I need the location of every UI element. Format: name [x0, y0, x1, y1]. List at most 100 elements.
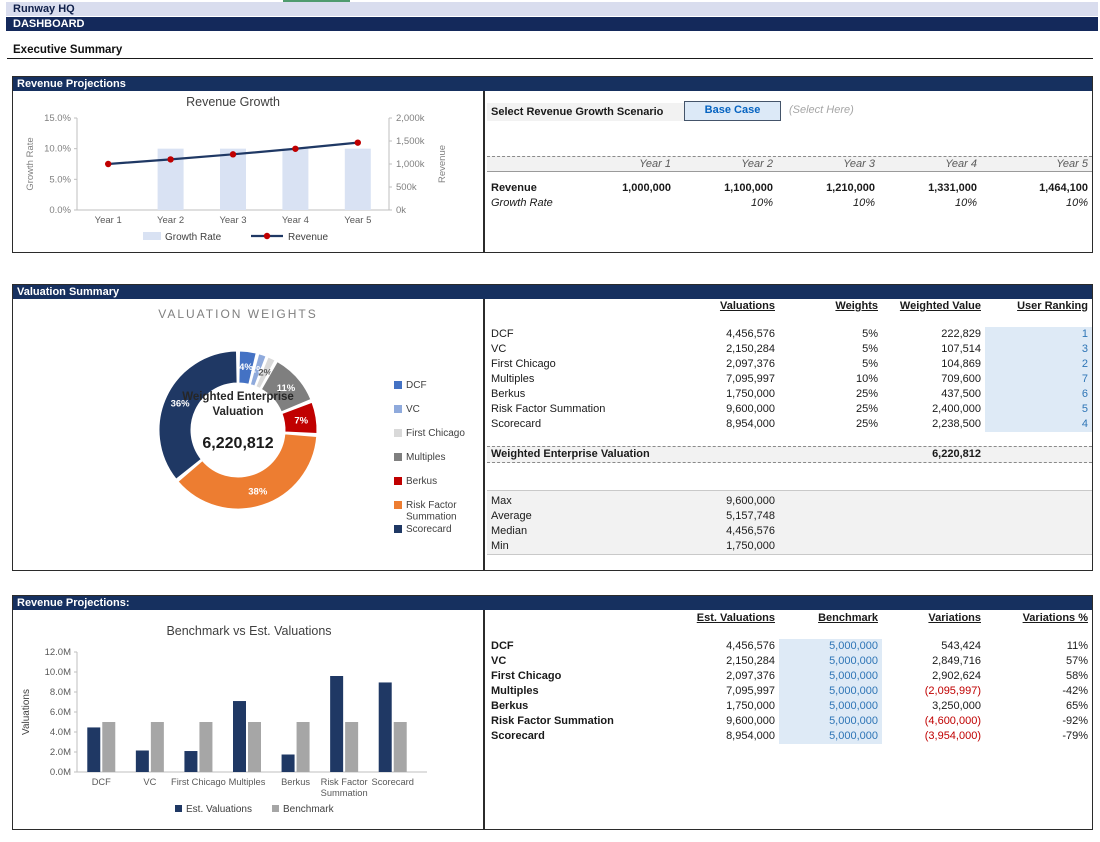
cell-benchmark[interactable]: 5,000,000 — [779, 699, 882, 714]
col-header-variations-pct: Variations % — [985, 611, 1092, 626]
cell-variation: (2,095,997) — [882, 684, 985, 699]
cell-valuation: 4,456,576 — [676, 327, 779, 342]
donut-slice-pct-label: 38% — [248, 486, 268, 497]
col-header-user-ranking: User Ranking — [985, 299, 1092, 314]
row-label: Berkus — [487, 387, 676, 402]
table-row: Multiples7,095,9975,000,000(2,095,997)-4… — [487, 684, 1092, 699]
spacer — [779, 524, 882, 539]
legend-label: Risk Factor — [406, 500, 457, 511]
cell-benchmark[interactable]: 5,000,000 — [779, 654, 882, 669]
legend-label: VC — [406, 404, 420, 415]
cell-user-ranking[interactable]: 3 — [985, 342, 1092, 357]
y-axis-title: Valuations — [21, 689, 32, 735]
row-label: First Chicago — [487, 669, 676, 684]
cell-weight: 5% — [779, 327, 882, 342]
legend-swatch-multiples — [394, 453, 402, 461]
cell-year-value — [573, 196, 675, 211]
est-valuation-bar — [282, 755, 295, 773]
stat-value: 5,157,748 — [676, 509, 779, 524]
table-row: VC2,150,2845%107,5143 — [487, 342, 1092, 357]
cell-est-valuation: 9,600,000 — [676, 714, 779, 729]
legend-swatch-est-valuations — [175, 805, 182, 812]
cell-weight: 5% — [779, 342, 882, 357]
cell-user-ranking[interactable]: 7 — [985, 372, 1092, 387]
scenario-dropdown[interactable]: Base Case — [684, 101, 781, 121]
stat-label: Min — [487, 539, 676, 554]
cell-user-ranking[interactable]: 6 — [985, 387, 1092, 402]
table-row: Growth Rate10%10%10%10% — [487, 196, 1092, 211]
donut-center-label: Valuation — [212, 406, 263, 418]
benchmark-bar — [248, 722, 261, 772]
est-valuation-bar — [136, 750, 149, 772]
cell-variation-pct: -42% — [985, 684, 1092, 699]
cell-benchmark[interactable]: 5,000,000 — [779, 684, 882, 699]
row-label: Scorecard — [487, 417, 676, 432]
stat-label: Median — [487, 524, 676, 539]
cell-year-value: 1,331,000 — [879, 181, 981, 196]
year-col-header: Year 3 — [777, 157, 879, 171]
scenario-hint: (Select Here) — [789, 104, 854, 116]
cell-user-ranking[interactable]: 1 — [985, 327, 1092, 342]
cell-weight: 5% — [779, 357, 882, 372]
cell-user-ranking[interactable]: 5 — [985, 402, 1092, 417]
table-row: Berkus1,750,0005,000,0003,250,00065% — [487, 699, 1092, 714]
row-label: VC — [487, 342, 676, 357]
benchmark-bar — [199, 722, 212, 772]
col-header-variations: Variations — [882, 611, 985, 626]
left-axis-tick-label: 15.0% — [44, 113, 71, 124]
legend-swatch-first-chicago — [394, 429, 402, 437]
legend-swatch-benchmark — [272, 805, 279, 812]
cell-variation: (4,600,000) — [882, 714, 985, 729]
col-header-valuations: Valuations — [676, 299, 779, 314]
header-spacer — [487, 299, 676, 314]
weighted-enterprise-label: Weighted Enterprise Valuation — [487, 447, 882, 462]
col-header-weighted-value: Weighted Value — [882, 299, 985, 314]
col-header-weights: Weights — [779, 299, 882, 314]
spacer — [985, 524, 1092, 539]
cell-benchmark[interactable]: 5,000,000 — [779, 729, 882, 744]
col-header-est-valuations: Est. Valuations — [676, 611, 779, 626]
cell-weighted-value: 222,829 — [882, 327, 985, 342]
row-label: DCF — [487, 327, 676, 342]
cell-valuation: 7,095,997 — [676, 372, 779, 387]
table-row: Scorecard8,954,00025%2,238,5004 — [487, 417, 1092, 432]
row-label: Scorecard — [487, 729, 676, 744]
chart-title: VALUATION WEIGHTS — [158, 307, 318, 321]
stat-value: 4,456,576 — [676, 524, 779, 539]
benchmark-bar — [394, 722, 407, 772]
revenue-line-marker — [292, 146, 298, 152]
cell-weighted-value: 2,400,000 — [882, 402, 985, 417]
legend-label: Summation — [406, 512, 457, 523]
table-row: Revenue1,000,0001,100,0001,210,0001,331,… — [487, 181, 1092, 196]
row-label: Risk Factor Summation — [487, 714, 676, 729]
cell-year-value: 1,210,000 — [777, 181, 879, 196]
table-row: DCF4,456,5765,000,000543,42411% — [487, 639, 1092, 654]
chart-title: Benchmark vs Est. Valuations — [166, 624, 331, 638]
legend-swatch-dcf — [394, 381, 402, 389]
legend-swatch-vc — [394, 405, 402, 413]
y-axis-tick-label: 4.0M — [50, 727, 71, 738]
cell-user-ranking[interactable]: 2 — [985, 357, 1092, 372]
spacer — [882, 524, 985, 539]
cell-benchmark[interactable]: 5,000,000 — [779, 639, 882, 654]
cell-valuation: 2,150,284 — [676, 342, 779, 357]
legend-label-revenue: Revenue — [288, 232, 328, 243]
dashboard-nav-bar[interactable]: DASHBOARD — [6, 17, 1098, 31]
donut-center-label: Weighted Enterprise — [182, 391, 294, 403]
cell-benchmark[interactable]: 5,000,000 — [779, 669, 882, 684]
legend-label: Multiples — [406, 452, 445, 463]
panel-divider — [483, 299, 485, 570]
legend-marker-revenue — [264, 233, 270, 239]
table-row: DCF4,456,5765%222,8291 — [487, 327, 1092, 342]
legend-label-benchmark: Benchmark — [283, 804, 335, 815]
stat-label: Average — [487, 509, 676, 524]
legend-label: Scorecard — [406, 524, 452, 535]
cell-benchmark[interactable]: 5,000,000 — [779, 714, 882, 729]
cell-year-value: 1,000,000 — [573, 181, 675, 196]
left-axis-tick-label: 5.0% — [49, 174, 71, 185]
stat-value: 9,600,000 — [676, 494, 779, 509]
weighted-enterprise-spacer — [985, 447, 1092, 462]
spacer — [779, 494, 882, 509]
cell-user-ranking[interactable]: 4 — [985, 417, 1092, 432]
benchmark-table-header: Est. Valuations Benchmark Variations Var… — [487, 611, 1092, 626]
